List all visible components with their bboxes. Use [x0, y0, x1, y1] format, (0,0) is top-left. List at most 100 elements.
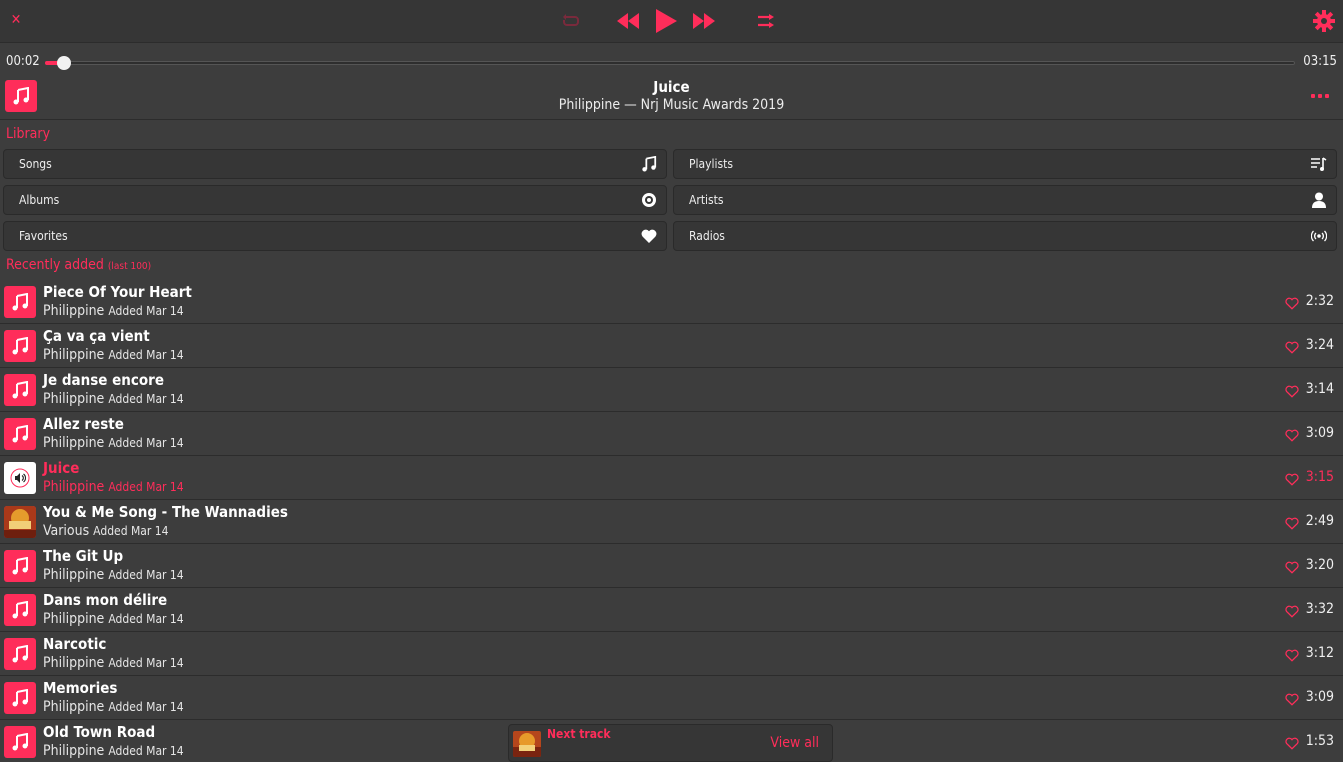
recently-added-title: Recently added [6, 257, 104, 273]
song-added-date: Added Mar 14 [108, 744, 184, 758]
song-row[interactable]: Ça va ça vient Philippine Added Mar 14 3:24 [0, 324, 1343, 368]
song-added-date: Added Mar 14 [108, 436, 184, 450]
heart-outline-icon[interactable] [1285, 647, 1299, 662]
song-artist-line: Philippine Added Mar 14 [43, 391, 184, 407]
song-title: Allez reste [43, 415, 124, 433]
song-row[interactable]: The Git Up Philippine Added Mar 14 3:20 [0, 544, 1343, 588]
song-title: Ça va ça vient [43, 327, 150, 345]
song-duration: 2:49 [1305, 513, 1334, 529]
gear-icon[interactable] [1313, 10, 1335, 32]
song-artist: Philippine [43, 655, 105, 671]
song-title: Dans mon délire [43, 591, 168, 609]
play-icon[interactable] [653, 9, 679, 33]
next-track-panel[interactable]: Next track View all [508, 724, 833, 762]
music-note-icon [4, 374, 36, 406]
library-artists-button[interactable]: Artists [673, 185, 1337, 215]
song-row[interactable]: You & Me Song - The Wannadies Various Adde… [0, 500, 1343, 544]
song-title: Piece Of Your Heart [43, 283, 192, 301]
repeat-icon[interactable] [561, 9, 581, 33]
song-artist: Philippine [43, 743, 105, 759]
song-added-date: Added Mar 14 [108, 700, 184, 714]
song-artist: Philippine [43, 347, 105, 363]
song-title: The Git Up [43, 547, 124, 565]
view-all-link[interactable]: View all [770, 735, 819, 751]
heart-outline-icon[interactable] [1285, 603, 1299, 618]
song-artist-line: Various Added Mar 14 [43, 523, 169, 539]
fast-forward-icon[interactable] [692, 9, 716, 33]
library-radios-button[interactable]: Radios [673, 221, 1337, 251]
music-note-icon [4, 286, 36, 318]
song-artist: Philippine [43, 303, 105, 319]
song-added-date: Added Mar 14 [108, 304, 184, 318]
song-artist: Philippine [43, 391, 105, 407]
seek-knob[interactable] [57, 56, 71, 70]
song-artist: Philippine [43, 699, 105, 715]
heart-outline-icon[interactable] [1285, 295, 1299, 310]
song-artist: Philippine [43, 435, 105, 451]
heart-outline-icon[interactable] [1285, 559, 1299, 574]
next-track-label: Next track [547, 727, 611, 741]
disc-icon [641, 192, 657, 208]
playlist-icon [1311, 156, 1327, 172]
song-artist: Various [43, 523, 90, 539]
music-note-icon [4, 330, 36, 362]
song-added-date: Added Mar 14 [93, 524, 169, 538]
heart-outline-icon[interactable] [1285, 515, 1299, 530]
seek-bar[interactable] [45, 56, 1295, 70]
song-title: You & Me Song - The Wannadies [43, 503, 288, 521]
song-duration: 3:09 [1305, 425, 1334, 441]
song-artist-line: Philippine Added Mar 14 [43, 435, 184, 451]
song-artist-line: Philippine Added Mar 14 [43, 303, 184, 319]
song-row[interactable]: Je danse encore Philippine Added Mar 14 3:1… [0, 368, 1343, 412]
library-playlists-button[interactable]: Playlists [673, 149, 1337, 179]
music-note-icon [4, 550, 36, 582]
heart-outline-icon[interactable] [1285, 339, 1299, 354]
heart-outline-icon[interactable] [1285, 735, 1299, 750]
song-title: Memories [43, 679, 118, 697]
library-songs-label: Songs [19, 157, 52, 171]
music-note-icon [4, 418, 36, 450]
song-title: Old Town Road [43, 723, 156, 741]
heart-outline-icon[interactable] [1285, 471, 1299, 486]
shuffle-icon[interactable] [756, 9, 776, 33]
song-title: Je danse encore [43, 371, 164, 389]
music-note-icon [4, 726, 36, 758]
heart-outline-icon[interactable] [1285, 383, 1299, 398]
close-icon[interactable]: ✕ [8, 11, 24, 29]
library-songs-button[interactable]: Songs [3, 149, 667, 179]
library-favorites-label: Favorites [19, 229, 68, 243]
song-row[interactable]: Allez reste Philippine Added Mar 14 3:09 [0, 412, 1343, 456]
music-note-icon [4, 594, 36, 626]
song-duration: 3:12 [1305, 645, 1334, 661]
song-added-date: Added Mar 14 [108, 392, 184, 406]
song-duration: 3:09 [1305, 689, 1334, 705]
heart-outline-icon[interactable] [1285, 691, 1299, 706]
song-row[interactable]: Memories Philippine Added Mar 14 3:09 [0, 676, 1343, 720]
song-added-date: Added Mar 14 [108, 612, 184, 626]
song-artist-line: Philippine Added Mar 14 [43, 743, 184, 759]
song-artist-line: Philippine Added Mar 14 [43, 699, 184, 715]
song-row[interactable]: Piece Of Your Heart Philippine Added Mar 1… [0, 280, 1343, 324]
library-playlists-label: Playlists [689, 157, 733, 171]
recently-added-note: (last 100) [107, 261, 152, 272]
song-added-date: Added Mar 14 [108, 348, 184, 362]
music-note-icon [641, 156, 657, 172]
song-artist: Philippine [43, 567, 105, 583]
rewind-icon[interactable] [616, 9, 640, 33]
song-added-date: Added Mar 14 [108, 656, 184, 670]
library-radios-label: Radios [689, 229, 725, 243]
library-artists-label: Artists [689, 193, 724, 207]
top-bar: ✕ [0, 0, 1343, 43]
song-duration: 3:15 [1305, 469, 1334, 485]
heart-icon [641, 228, 657, 244]
now-playing-title: Juice [653, 78, 690, 96]
library-heading: Library [6, 126, 51, 142]
song-row[interactable]: Dans mon délire Philippine Added Mar 14 3:3… [0, 588, 1343, 632]
heart-outline-icon[interactable] [1285, 427, 1299, 442]
song-title: Narcotic [43, 635, 107, 653]
library-albums-button[interactable]: Albums [3, 185, 667, 215]
more-dots-icon[interactable] [1311, 94, 1329, 98]
song-row[interactable]: Narcotic Philippine Added Mar 14 3:12 [0, 632, 1343, 676]
song-row[interactable]: Juice Philippine Added Mar 14 3:15 [0, 456, 1343, 500]
library-favorites-button[interactable]: Favorites [3, 221, 667, 251]
